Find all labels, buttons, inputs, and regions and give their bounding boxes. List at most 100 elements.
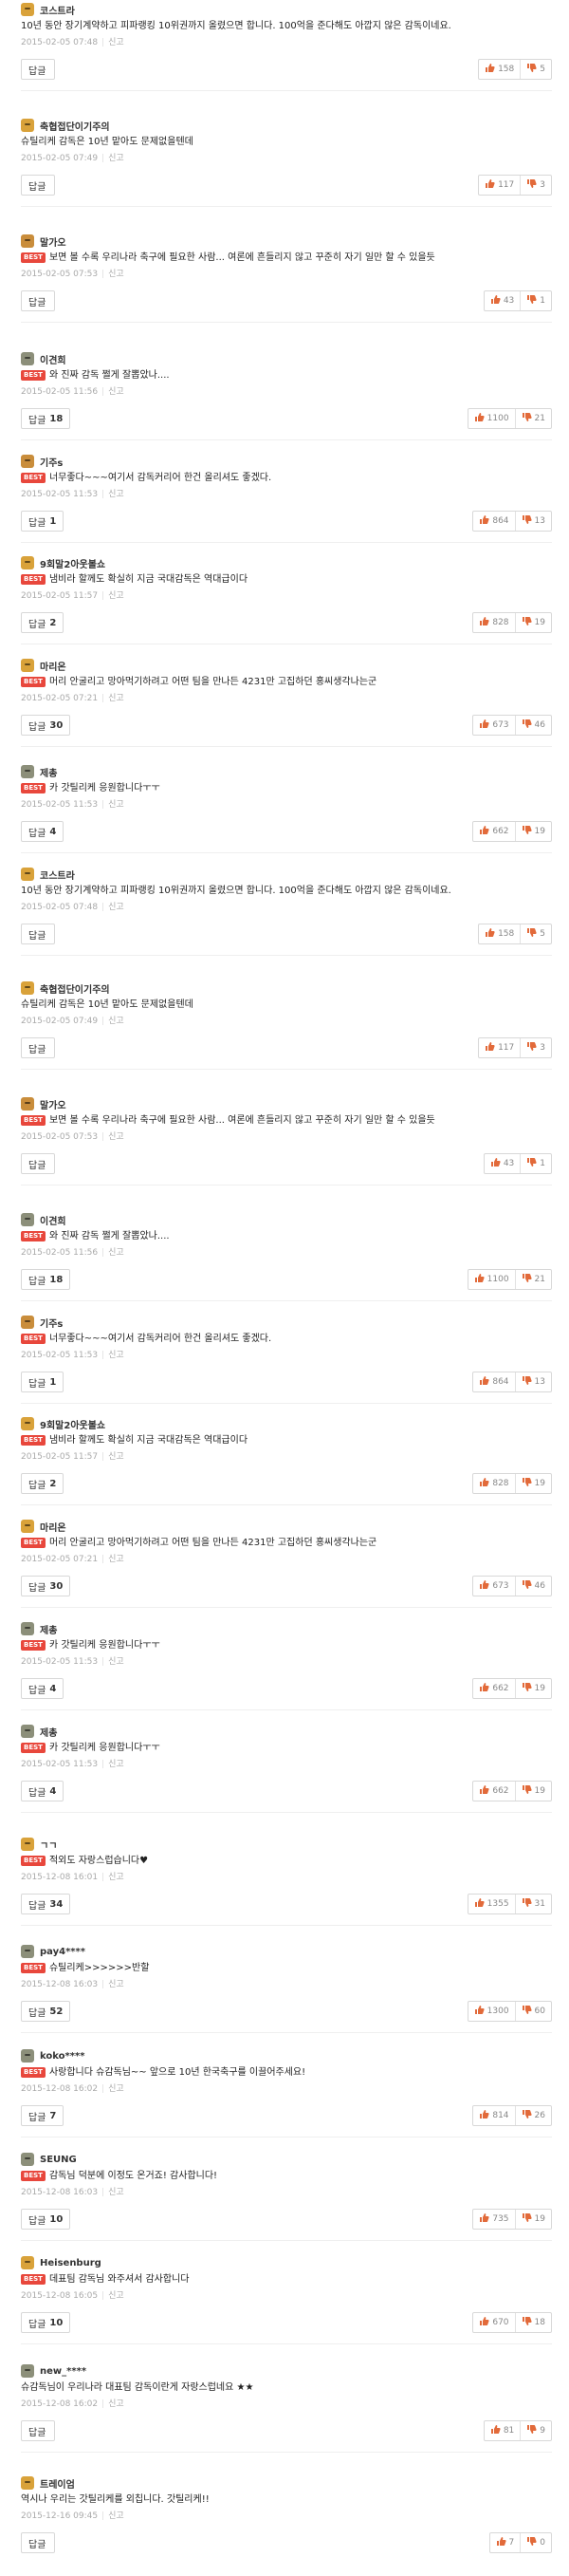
dislike-button[interactable]: 18 xyxy=(514,2313,551,2332)
like-button[interactable]: 43 xyxy=(485,291,520,310)
report-link[interactable]: 신고 xyxy=(108,270,124,279)
dislike-button[interactable]: 13 xyxy=(514,1372,551,1391)
like-button[interactable]: 81 xyxy=(485,2421,520,2440)
reply-button[interactable]: 답글 2 xyxy=(21,1473,64,1494)
report-link[interactable]: 신고 xyxy=(108,1555,124,1564)
comment-nickname[interactable]: 9회말2아웃볼쇼 xyxy=(40,1417,105,1431)
dislike-button[interactable]: 9 xyxy=(520,2421,551,2440)
like-button[interactable]: 1300 xyxy=(468,2002,515,2021)
report-link[interactable]: 신고 xyxy=(108,2399,124,2409)
reply-button[interactable]: 답글 30 xyxy=(21,715,71,736)
reply-button[interactable]: 답글 34 xyxy=(21,1894,71,1914)
avatar-icon[interactable] xyxy=(21,3,34,16)
avatar-icon[interactable] xyxy=(21,981,34,995)
dislike-button[interactable]: 26 xyxy=(514,2106,551,2125)
avatar-icon[interactable] xyxy=(21,765,34,778)
comment-nickname[interactable]: SEUNG xyxy=(40,2155,77,2165)
dislike-button[interactable]: 0 xyxy=(520,2533,551,2552)
reply-button[interactable]: 답글 xyxy=(21,175,55,196)
comment-nickname[interactable]: Heisenburg xyxy=(40,2258,101,2268)
comment-nickname[interactable]: koko**** xyxy=(40,2051,84,2062)
comment-nickname[interactable]: new_**** xyxy=(40,2366,86,2377)
dislike-button[interactable]: 5 xyxy=(520,924,551,943)
report-link[interactable]: 신고 xyxy=(108,2511,124,2521)
comment-nickname[interactable]: ㄱㄱ xyxy=(40,1838,57,1852)
report-link[interactable]: 신고 xyxy=(108,2084,124,2094)
reply-button[interactable]: 답글 18 xyxy=(21,408,71,429)
dislike-button[interactable]: 3 xyxy=(520,1038,551,1057)
avatar-icon[interactable] xyxy=(21,2364,34,2378)
avatar-icon[interactable] xyxy=(21,1622,34,1635)
dislike-button[interactable]: 1 xyxy=(520,291,551,310)
comment-nickname[interactable]: pay4**** xyxy=(40,1947,85,1957)
reply-button[interactable]: 답글 18 xyxy=(21,1269,71,1290)
reply-button[interactable]: 답글 4 xyxy=(21,821,64,842)
dislike-button[interactable]: 1 xyxy=(520,1154,551,1173)
report-link[interactable]: 신고 xyxy=(108,1657,124,1667)
reply-button[interactable]: 답글 1 xyxy=(21,511,64,532)
like-button[interactable]: 673 xyxy=(473,716,514,735)
report-link[interactable]: 신고 xyxy=(108,1873,124,1882)
comment-nickname[interactable]: 코스트라 xyxy=(40,3,75,17)
dislike-button[interactable]: 60 xyxy=(514,2002,551,2021)
comment-nickname[interactable]: 제총 xyxy=(40,1725,57,1739)
avatar-icon[interactable] xyxy=(21,1725,34,1738)
like-button[interactable]: 662 xyxy=(473,1782,514,1801)
dislike-button[interactable]: 19 xyxy=(514,1782,551,1801)
avatar-icon[interactable] xyxy=(21,1213,34,1226)
avatar-icon[interactable] xyxy=(21,2476,34,2490)
avatar-icon[interactable] xyxy=(21,1417,34,1430)
reply-button[interactable]: 답글 xyxy=(21,1037,55,1058)
dislike-button[interactable]: 3 xyxy=(520,176,551,195)
report-link[interactable]: 신고 xyxy=(108,2188,124,2197)
dislike-button[interactable]: 19 xyxy=(514,613,551,632)
reply-button[interactable]: 답글 30 xyxy=(21,1576,71,1596)
like-button[interactable]: 864 xyxy=(473,1372,514,1391)
comment-nickname[interactable]: 코스트라 xyxy=(40,868,75,882)
report-link[interactable]: 신고 xyxy=(108,38,124,47)
reply-button[interactable]: 답글 10 xyxy=(21,2312,71,2333)
like-button[interactable]: 7 xyxy=(490,2533,521,2552)
report-link[interactable]: 신고 xyxy=(108,154,124,163)
avatar-icon[interactable] xyxy=(21,1838,34,1851)
like-button[interactable]: 662 xyxy=(473,822,514,841)
avatar-icon[interactable] xyxy=(21,868,34,881)
report-link[interactable]: 신고 xyxy=(108,903,124,912)
avatar-icon[interactable] xyxy=(21,2049,34,2063)
dislike-button[interactable]: 19 xyxy=(514,2210,551,2229)
reply-button[interactable]: 답글 4 xyxy=(21,1678,64,1699)
like-button[interactable]: 828 xyxy=(473,1474,514,1493)
avatar-icon[interactable] xyxy=(21,1945,34,1958)
avatar-icon[interactable] xyxy=(21,234,34,248)
dislike-button[interactable]: 19 xyxy=(514,1679,551,1698)
like-button[interactable]: 1100 xyxy=(468,409,515,428)
comment-nickname[interactable]: 9회말2아웃볼쇼 xyxy=(40,556,105,570)
comment-nickname[interactable]: 제총 xyxy=(40,1622,57,1636)
like-button[interactable]: 117 xyxy=(479,1038,520,1057)
like-button[interactable]: 670 xyxy=(473,2313,514,2332)
comment-nickname[interactable]: 이견희 xyxy=(40,1213,66,1227)
comment-nickname[interactable]: 이견희 xyxy=(40,352,66,366)
like-button[interactable]: 158 xyxy=(479,60,520,79)
dislike-button[interactable]: 46 xyxy=(514,716,551,735)
like-button[interactable]: 117 xyxy=(479,176,520,195)
comment-nickname[interactable]: 기주s xyxy=(40,1316,63,1330)
report-link[interactable]: 신고 xyxy=(108,1452,124,1462)
like-button[interactable]: 158 xyxy=(479,924,520,943)
report-link[interactable]: 신고 xyxy=(108,800,124,810)
dislike-button[interactable]: 21 xyxy=(514,1270,551,1289)
report-link[interactable]: 신고 xyxy=(108,1132,124,1142)
reply-button[interactable]: 답글 xyxy=(21,290,55,311)
like-button[interactable]: 864 xyxy=(473,512,514,531)
avatar-icon[interactable] xyxy=(21,1520,34,1533)
comment-nickname[interactable]: 기주s xyxy=(40,455,63,469)
dislike-button[interactable]: 31 xyxy=(514,1895,551,1913)
avatar-icon[interactable] xyxy=(21,1316,34,1329)
avatar-icon[interactable] xyxy=(21,2256,34,2269)
report-link[interactable]: 신고 xyxy=(108,591,124,601)
comment-nickname[interactable]: 축협접단이기주의 xyxy=(40,119,110,133)
dislike-button[interactable]: 13 xyxy=(514,512,551,531)
comment-nickname[interactable]: 마리온 xyxy=(40,1520,66,1534)
report-link[interactable]: 신고 xyxy=(108,1980,124,1989)
comment-nickname[interactable]: 말가오 xyxy=(40,234,66,249)
